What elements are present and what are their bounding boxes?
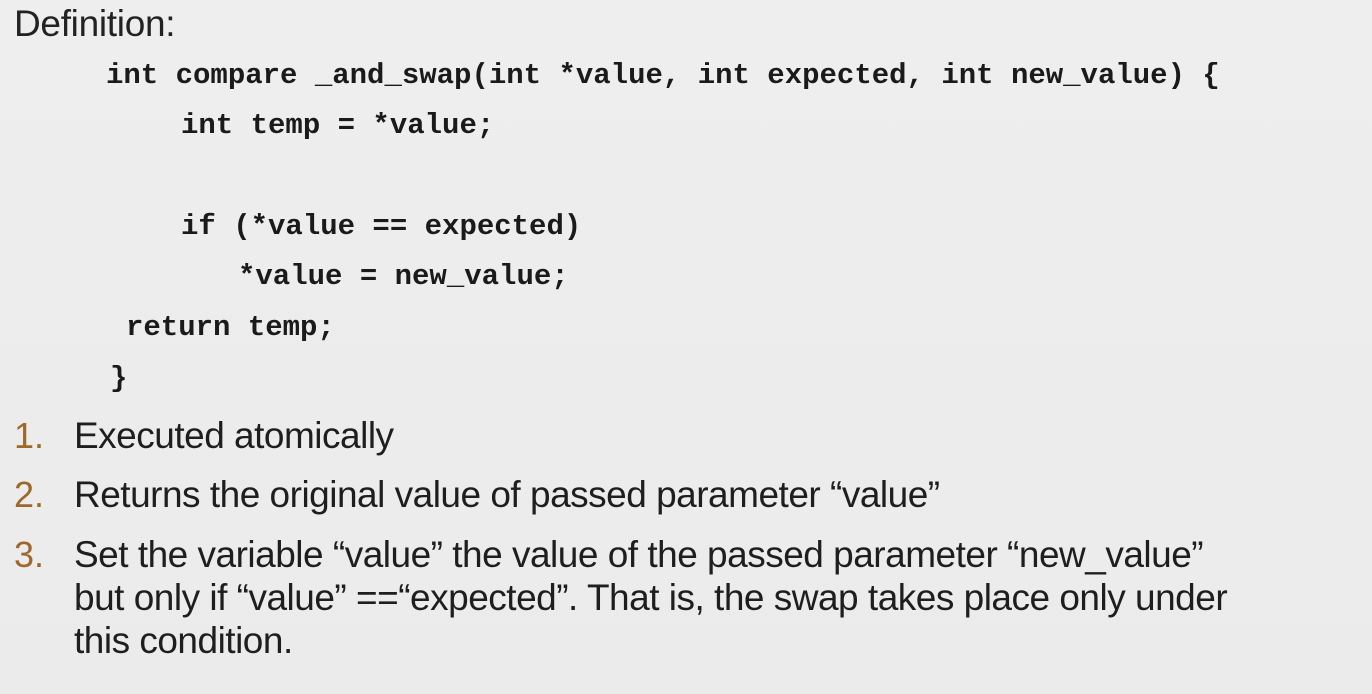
list-number: 2. xyxy=(14,474,45,515)
code-line: return temp; xyxy=(126,311,335,344)
list-text-line: Set the variable “value” the value of th… xyxy=(74,534,1204,575)
list-text: Set the variable “value” the value of th… xyxy=(74,533,1364,662)
slide: Definition: int compare _and_swap(int *v… xyxy=(0,0,1372,694)
code-line: } xyxy=(110,362,128,395)
list-text-line: Executed atomically xyxy=(74,415,394,456)
code-line: int temp = *value; xyxy=(181,109,495,142)
list-text-line: Returns the original value of passed par… xyxy=(74,474,940,515)
code-line: if (*value == expected) xyxy=(181,210,582,243)
code-line: *value = new_value; xyxy=(238,260,569,293)
code-block: int compare _and_swap(int *value, int ex… xyxy=(0,0,1220,395)
list-text: Executed atomically xyxy=(74,414,1364,457)
code-line: int compare _and_swap(int *value, int ex… xyxy=(106,59,1220,92)
list-text-line: this condition. xyxy=(74,620,293,661)
list-text-line: but only if “value” ==“expected”. That i… xyxy=(74,577,1228,618)
list-number: 1. xyxy=(14,415,45,456)
list-number: 3. xyxy=(14,534,45,575)
list-text: Returns the original value of passed par… xyxy=(74,473,1364,516)
